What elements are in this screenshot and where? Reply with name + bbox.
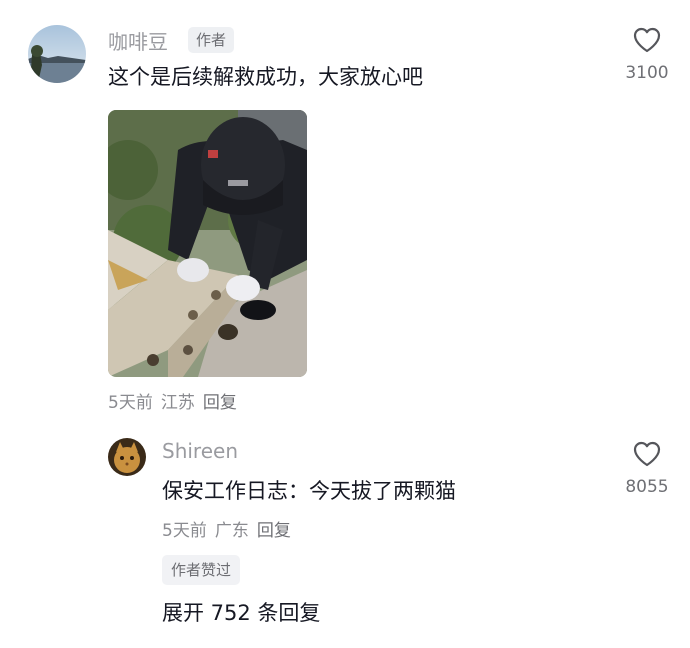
heart-icon: [633, 27, 661, 53]
comment-reply-button[interactable]: 回复: [203, 393, 237, 413]
comment-time: 5天前: [108, 393, 153, 413]
photo-security-guard-rescuing-cat: [108, 110, 307, 377]
reply-reply-button[interactable]: 回复: [257, 521, 291, 541]
comment-image[interactable]: [108, 110, 307, 377]
replier-avatar[interactable]: [108, 438, 146, 476]
commenter-username[interactable]: 咖啡豆: [108, 26, 168, 55]
replier-username[interactable]: Shireen: [162, 439, 238, 463]
reply-meta: 5天前 广东 回复: [162, 516, 299, 541]
comment-text: 这个是后续解救成功，大家放心吧: [108, 65, 423, 89]
heart-icon: [633, 441, 661, 467]
reply-like-button[interactable]: 8055: [607, 441, 687, 497]
comment-like-count: 3100: [625, 63, 669, 83]
landscape-avatar-icon: [28, 25, 86, 83]
reply-time: 5天前: [162, 521, 207, 541]
author-badge: 作者: [188, 27, 235, 53]
liked-by-author-badge: 作者赞过: [162, 555, 241, 585]
reply-text: 保安工作日志：今天拔了两颗猫: [162, 479, 456, 503]
comment-meta: 5天前 江苏 回复: [108, 388, 245, 413]
cat-avatar-icon: [108, 438, 146, 476]
commenter-avatar[interactable]: [28, 25, 86, 83]
expand-replies-button[interactable]: 展开 752 条回复: [162, 597, 320, 627]
comment-location: 江苏: [160, 393, 195, 413]
reply-like-count: 8055: [625, 477, 669, 497]
comment-like-button[interactable]: 3100: [607, 27, 687, 83]
reply-location: 广东: [214, 521, 249, 541]
